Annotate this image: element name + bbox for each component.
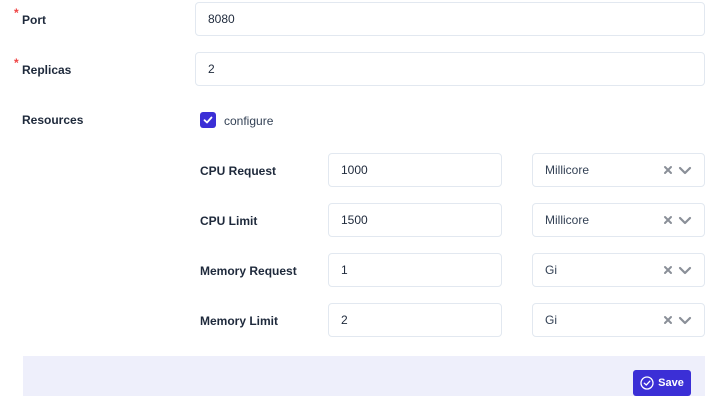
replicas-label: Replicas [22,63,72,77]
memory-request-unit-select[interactable]: Gi [532,253,705,287]
chevron-down-icon[interactable] [678,264,692,276]
chevron-down-icon[interactable] [678,164,692,176]
deployment-form: * Port 8080 * Replicas 2 Resources confi… [0,0,727,416]
check-circle-icon [640,376,654,390]
replicas-input[interactable]: 2 [195,52,705,86]
check-icon [203,116,213,124]
required-marker: * [14,6,19,20]
memory-limit-unit-select[interactable]: Gi [532,303,705,337]
save-button[interactable]: Save [633,370,691,396]
cpu-request-unit-select[interactable]: Millicore [532,153,705,187]
memory-limit-input[interactable]: 2 [328,303,502,337]
required-marker: * [14,56,19,70]
chevron-down-icon[interactable] [678,214,692,226]
selected-unit: Millicore [545,213,590,227]
port-input[interactable]: 8080 [195,2,705,36]
memory-request-label: Memory Request [200,264,297,278]
cpu-request-label: CPU Request [200,164,277,178]
close-icon[interactable] [662,164,674,176]
port-label: Port [22,13,46,27]
selected-unit: Millicore [545,163,590,177]
chevron-down-icon[interactable] [678,314,692,326]
form-footer [23,356,705,396]
configure-checkbox[interactable] [200,112,216,128]
save-button-label: Save [658,377,684,389]
close-icon[interactable] [662,314,674,326]
configure-checkbox-label[interactable]: configure [224,114,273,128]
selected-unit: Gi [545,313,557,327]
resources-label: Resources [22,113,84,127]
cpu-limit-unit-select[interactable]: Millicore [532,203,705,237]
memory-request-input[interactable]: 1 [328,253,502,287]
selected-unit: Gi [545,263,557,277]
cpu-limit-input[interactable]: 1500 [328,203,502,237]
memory-limit-label: Memory Limit [200,314,279,328]
close-icon[interactable] [662,214,674,226]
cpu-request-input[interactable]: 1000 [328,153,502,187]
cpu-limit-label: CPU Limit [200,214,258,228]
close-icon[interactable] [662,264,674,276]
